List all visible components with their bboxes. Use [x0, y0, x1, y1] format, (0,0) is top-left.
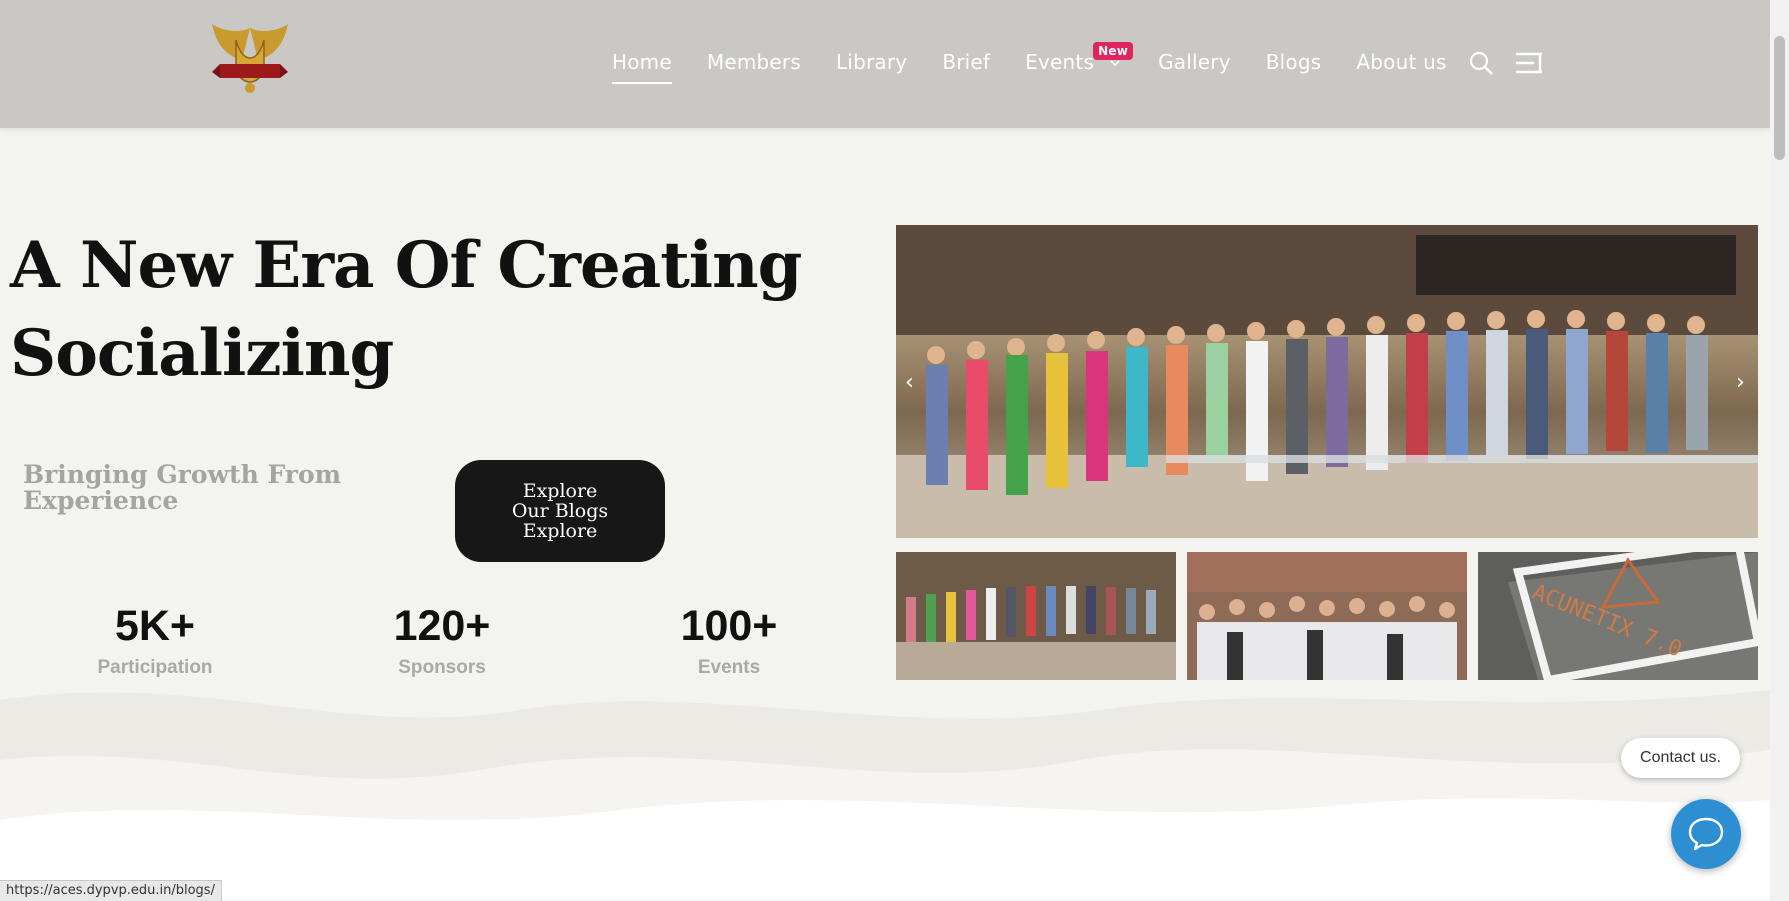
nav-about[interactable]: About us	[1356, 50, 1446, 74]
sidebar-toggle-icon[interactable]	[1514, 50, 1544, 76]
nav-library[interactable]: Library	[836, 50, 907, 74]
stat-events: 100+ Events	[629, 602, 829, 679]
stat-value: 120+	[393, 602, 491, 650]
gallery-thumb-1[interactable]	[896, 552, 1176, 680]
hero-subtitle: Bringing Growth From Experience	[23, 460, 342, 515]
site-logo[interactable]	[208, 20, 292, 96]
new-badge: New	[1093, 42, 1134, 60]
stat-participation: 5K+ Participation	[55, 602, 255, 679]
contact-us-button[interactable]: Contact us.	[1621, 738, 1740, 778]
decorative-waves	[0, 690, 1770, 900]
hero-title: A New Era Of Creating Socializing	[10, 222, 810, 398]
hero-title-line2: Socializing	[10, 316, 394, 391]
main-nav: Home Members Library Brief Events New Ga…	[612, 42, 1482, 84]
stat-label: Sponsors	[398, 657, 486, 678]
stat-label: Participation	[97, 657, 213, 678]
nav-gallery[interactable]: Gallery	[1158, 50, 1231, 74]
gallery-thumb-2[interactable]	[1187, 552, 1467, 680]
thumb-image-1	[896, 552, 1176, 680]
cta-line-1: Explore	[522, 480, 598, 502]
stat-sponsors: 120+ Sponsors	[342, 602, 542, 679]
group-photo-image	[896, 225, 1758, 538]
cta-line-2: Our Blogs	[511, 500, 609, 522]
page-scrollbar[interactable]	[1770, 0, 1789, 900]
hero-title-line1: A New Era Of Creating	[10, 228, 802, 303]
thumb-image-3: ACUNETIX 7.0	[1478, 552, 1758, 680]
stat-value: 5K+	[114, 602, 196, 650]
logo-emblem	[212, 24, 288, 93]
stat-value: 100+	[680, 602, 778, 650]
chevron-right-icon[interactable]: ›	[1736, 370, 1745, 395]
nav-members[interactable]: Members	[707, 50, 801, 74]
chat-launcher-button[interactable]	[1671, 799, 1741, 869]
scrollbar-thumb[interactable]	[1774, 36, 1785, 160]
stat-label: Events	[697, 657, 761, 678]
thumb-image-2	[1187, 552, 1467, 680]
chevron-left-icon[interactable]: ‹	[905, 370, 914, 395]
nav-events[interactable]: Events New	[1025, 42, 1134, 74]
carousel-main-photo[interactable]	[896, 225, 1758, 538]
cta-line-3: Explore	[522, 520, 598, 542]
nav-events-group[interactable]: Events New	[1025, 42, 1134, 74]
gallery-thumb-3[interactable]: ACUNETIX 7.0	[1478, 552, 1758, 680]
nav-blogs[interactable]: Blogs	[1266, 50, 1322, 74]
nav-home[interactable]: Home	[612, 50, 672, 84]
nav-events-label: Events	[1025, 50, 1095, 74]
status-bar-url: https://aces.dypvp.edu.in/blogs/	[0, 880, 222, 901]
chat-bubble-icon	[1688, 817, 1724, 851]
site-header: Home Members Library Brief Events New Ga…	[0, 0, 1770, 128]
nav-brief[interactable]: Brief	[942, 50, 990, 74]
explore-blogs-button[interactable]: Explore Our Blogs Explore	[455, 460, 665, 562]
search-icon[interactable]	[1468, 50, 1494, 76]
